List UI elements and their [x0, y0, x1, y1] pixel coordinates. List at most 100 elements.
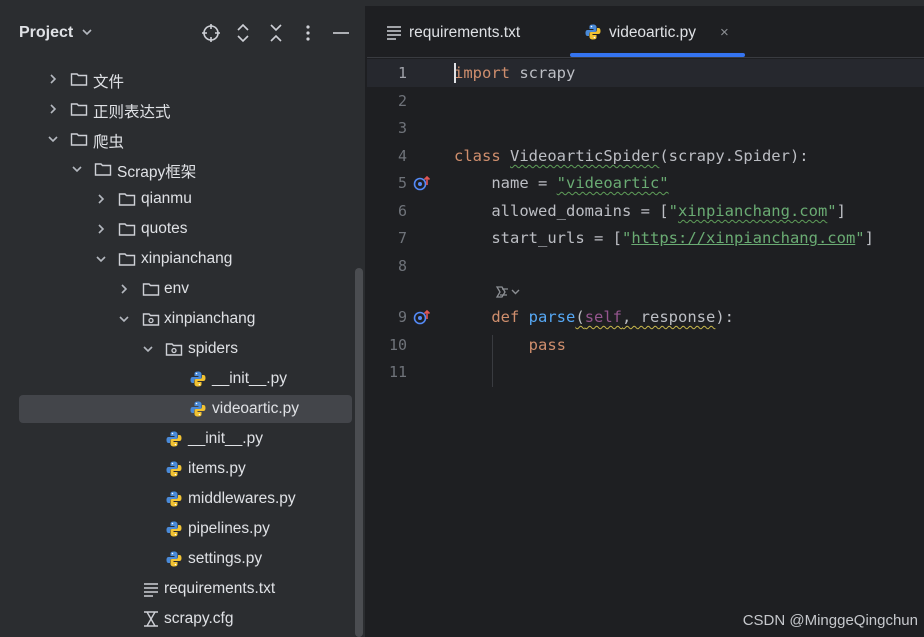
tree-item-package[interactable]: spiders: [0, 334, 365, 364]
tab-videoartic[interactable]: videoartic.py ×: [570, 6, 760, 58]
tree-item-file[interactable]: middlewares.py: [0, 484, 365, 514]
folder-icon: [70, 73, 88, 86]
tree-item-folder[interactable]: 文件: [0, 64, 365, 94]
tree-item-file[interactable]: scrapy.cfg: [0, 604, 365, 634]
line-number: 7: [397, 229, 407, 247]
code-text: class VideoarticSpider(scrapy.Spider):: [454, 147, 809, 165]
python-file-icon: [585, 24, 601, 40]
tree-item-folder[interactable]: env: [0, 274, 365, 304]
tree-item-folder[interactable]: xinpianchang: [0, 244, 365, 274]
tab-requirements[interactable]: requirements.txt: [367, 6, 562, 58]
tree-item-label: quotes: [141, 220, 188, 237]
expand-collapse-icon[interactable]: [232, 22, 254, 44]
override-gutter-icon[interactable]: [413, 309, 431, 325]
tree-item-label: Scrapy框架: [117, 164, 197, 181]
tree-item-label: __init__.py: [188, 430, 263, 447]
tree-item-label: 文件: [93, 74, 125, 91]
config-file-icon: [144, 611, 158, 627]
python-file-icon: [166, 431, 182, 447]
line-number: 4: [397, 147, 407, 165]
code-text: allowed_domains = ["xinpianchang.com"]: [454, 202, 846, 220]
chevron-down-icon[interactable]: [46, 132, 60, 146]
code-text: start_urls = ["https://xinpianchang.com"…: [454, 229, 874, 247]
tree-item-folder[interactable]: Scrapy框架: [0, 154, 365, 184]
url-link[interactable]: https://xinpianchang.com: [631, 229, 855, 247]
code-text: name = "videoartic": [454, 174, 669, 192]
chevron-right-icon[interactable]: [46, 72, 60, 86]
chevron-right-icon[interactable]: [46, 102, 60, 116]
line-number: 1: [397, 64, 407, 82]
chevron-down-icon[interactable]: [117, 312, 131, 326]
chevron-down-icon[interactable]: [80, 25, 94, 39]
folder-icon: [70, 133, 88, 146]
code-line: 6 allowed_domains = ["xinpianchang.com"]: [367, 197, 924, 225]
tab-label: requirements.txt: [409, 24, 521, 41]
code-line: 9 name = def parse(self, response):: [367, 303, 924, 331]
line-number: 10: [388, 336, 407, 354]
python-file-icon: [166, 491, 182, 507]
watermark: CSDN @MinggeQingchun: [742, 612, 918, 629]
override-gutter-icon[interactable]: [413, 175, 431, 191]
code-editor[interactable]: 1 import scrapy 2 3 4 class VideoarticSp…: [367, 59, 924, 637]
text-file-icon: [387, 26, 401, 40]
code-line: 5 name = "videoartic": [367, 169, 924, 197]
collapse-all-icon[interactable]: [265, 22, 287, 44]
tree-item-label: 正则表达式: [93, 104, 171, 121]
project-panel: Project 文件 正则表达式 爬虫 Scrapy框架 qianmu quot…: [0, 6, 366, 637]
line-number: 3: [397, 119, 407, 137]
code-line: 10 pass: [367, 331, 924, 359]
tree-item-folder[interactable]: 爬虫: [0, 124, 365, 154]
tree-item-label: spiders: [188, 340, 238, 357]
line-number: 9: [397, 308, 407, 326]
chevron-down-icon[interactable]: [141, 342, 155, 356]
tree-item-file[interactable]: pipelines.py: [0, 514, 365, 544]
folder-icon: [118, 223, 136, 236]
code-line: 2: [367, 87, 924, 115]
tree-item-file[interactable]: __init__.py: [0, 424, 365, 454]
hide-panel-icon[interactable]: [330, 22, 352, 44]
text-file-icon: [144, 583, 158, 597]
active-tab-indicator: [570, 53, 745, 57]
python-file-icon: [190, 401, 206, 417]
code-text: pass: [528, 336, 566, 354]
python-file-icon: [166, 521, 182, 537]
tree-item-file-selected[interactable]: videoartic.py: [0, 394, 365, 424]
editor-tabs: requirements.txt videoartic.py ×: [367, 6, 924, 58]
locate-icon[interactable]: [200, 22, 222, 44]
chevron-right-icon[interactable]: [94, 192, 108, 206]
code-text: import scrapy: [454, 64, 576, 82]
tree-item-file[interactable]: __init__.py: [0, 364, 365, 394]
line-number: 2: [397, 92, 407, 110]
chevron-down-icon[interactable]: [70, 162, 84, 176]
tree-item-folder[interactable]: quotes: [0, 214, 365, 244]
tree-item-label: 爬虫: [93, 134, 125, 151]
tree-item-label: middlewares.py: [188, 490, 296, 507]
tree-item-label: __init__.py: [212, 370, 287, 387]
project-title[interactable]: Project: [19, 24, 73, 42]
tree-item-package[interactable]: xinpianchang: [0, 304, 365, 334]
close-icon[interactable]: ×: [720, 24, 729, 41]
tree-item-file[interactable]: items.py: [0, 454, 365, 484]
python-file-icon: [166, 551, 182, 567]
chevron-down-icon[interactable]: [94, 252, 108, 266]
tree-item-file[interactable]: requirements.txt: [0, 574, 365, 604]
tree-item-folder[interactable]: qianmu: [0, 184, 365, 214]
tree-item-file[interactable]: settings.py: [0, 544, 365, 574]
tree-item-label: pipelines.py: [188, 520, 270, 537]
package-folder-icon: [142, 313, 160, 326]
project-scrollbar[interactable]: [355, 268, 363, 637]
line-number: 11: [388, 363, 407, 381]
folder-icon: [70, 103, 88, 116]
folder-icon: [94, 163, 112, 176]
editor: requirements.txt videoartic.py × 1 impor…: [367, 6, 924, 637]
code-line: 3: [367, 114, 924, 142]
tab-label: videoartic.py: [609, 24, 697, 41]
tree-item-folder[interactable]: 正则表达式: [0, 94, 365, 124]
chevron-right-icon[interactable]: [117, 282, 131, 296]
package-folder-icon: [165, 343, 183, 356]
python-file-icon: [166, 461, 182, 477]
more-options-icon[interactable]: [297, 22, 319, 44]
python-file-icon: [190, 371, 206, 387]
chevron-right-icon[interactable]: [94, 222, 108, 236]
ai-generate-icon[interactable]: [494, 284, 524, 300]
